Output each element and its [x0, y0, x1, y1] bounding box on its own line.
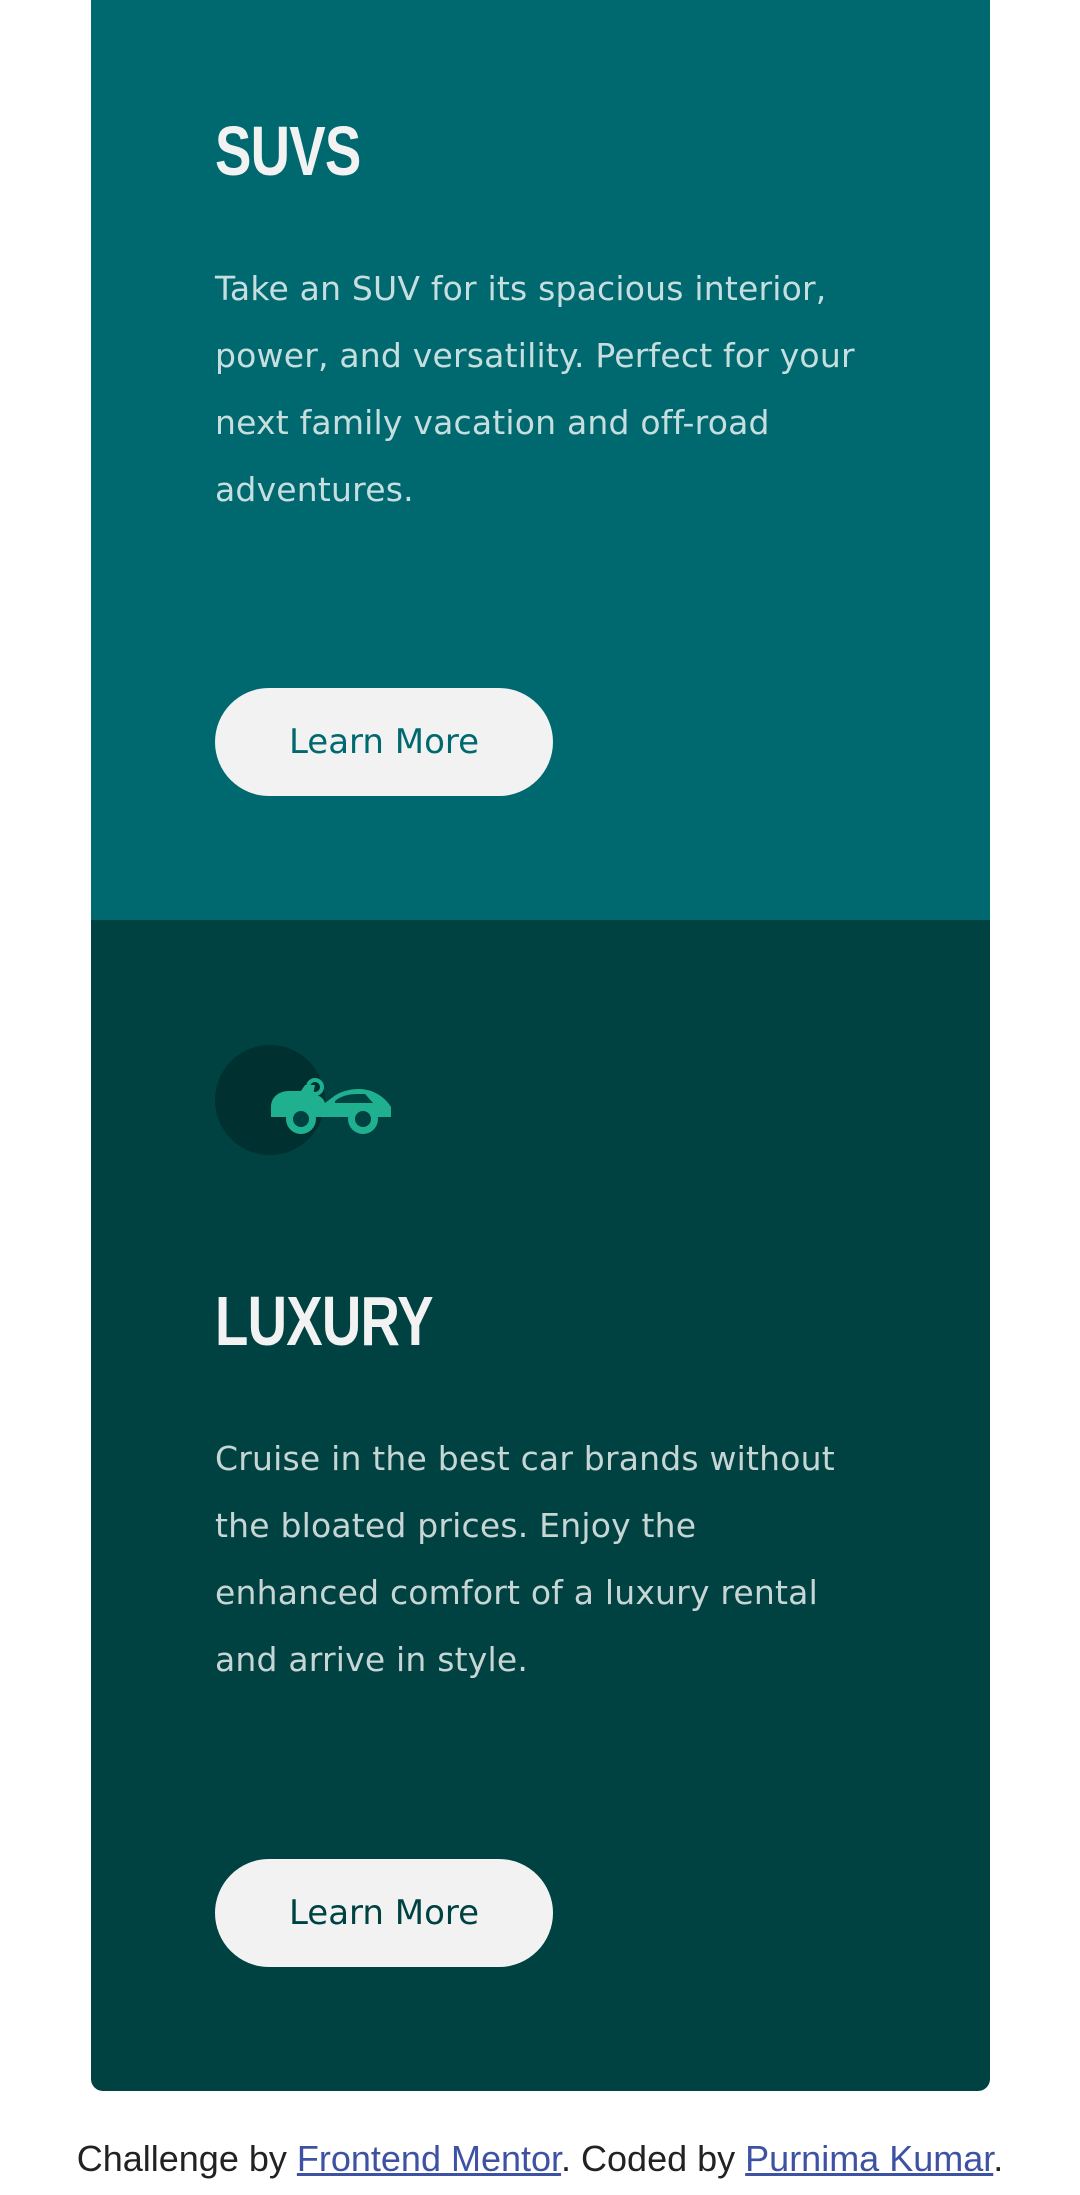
suvs-learn-more-button[interactable]: Learn More	[215, 688, 553, 796]
footer-suffix: .	[993, 2138, 1004, 2179]
car-cards: SUVS Take an SUV for its spacious interi…	[91, 0, 990, 2091]
suvs-description: Take an SUV for its spacious interior, p…	[215, 269, 855, 509]
luxury-title: LUXURY	[215, 1282, 434, 1360]
suvs-title: SUVS	[215, 112, 361, 190]
luxury-description: Cruise in the best car brands without th…	[215, 1439, 835, 1679]
footer-prefix: Challenge by	[76, 2138, 297, 2179]
luxury-panel: LUXURY Cruise in the best car brands wit…	[91, 920, 990, 2091]
frontend-mentor-link[interactable]: Frontend Mentor	[297, 2138, 561, 2179]
luxury-car-icon	[215, 1045, 395, 1155]
footer-middle: . Coded by	[561, 2138, 746, 2179]
author-link[interactable]: Purnima Kumar	[745, 2138, 993, 2179]
luxury-learn-more-button[interactable]: Learn More	[215, 1859, 553, 1967]
attribution-footer: Challenge by Frontend Mentor. Coded by P…	[0, 2138, 1080, 2180]
suvs-panel: SUVS Take an SUV for its spacious interi…	[91, 0, 990, 920]
